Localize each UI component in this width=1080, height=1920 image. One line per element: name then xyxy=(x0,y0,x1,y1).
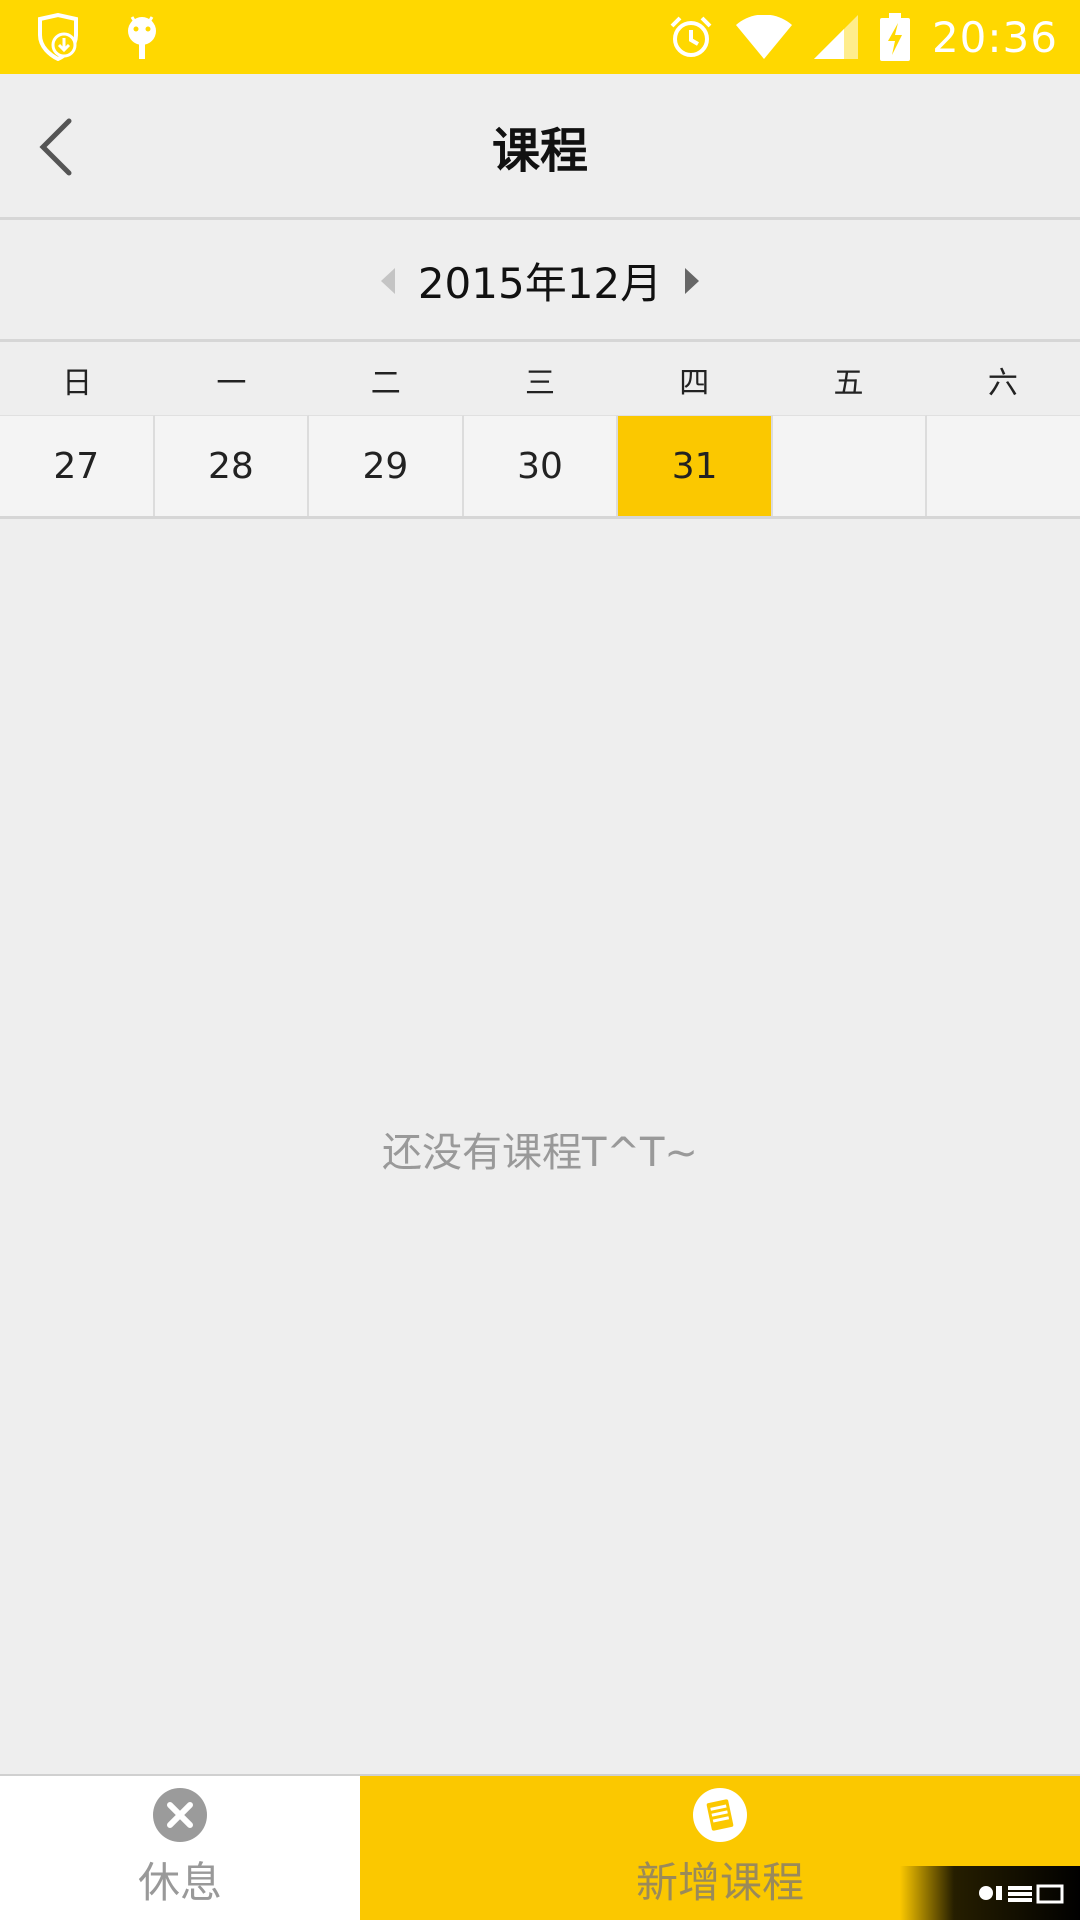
weekday-header: 日 一 二 三 四 五 六 xyxy=(0,345,1080,415)
weekday-label: 一 xyxy=(216,366,247,401)
notebook-icon xyxy=(692,1787,748,1843)
watermark-logo xyxy=(900,1866,1080,1920)
back-button[interactable] xyxy=(30,114,80,180)
signal-icon xyxy=(813,15,858,59)
date-cell[interactable]: 27 xyxy=(0,415,155,516)
shield-download-icon xyxy=(34,13,82,61)
wifi-icon xyxy=(735,15,792,59)
next-month-button[interactable] xyxy=(680,263,704,299)
empty-course-message: 还没有课程T^T~ xyxy=(382,1130,698,1176)
date-row: 27 28 29 30 31 xyxy=(0,415,1080,519)
prev-month-button[interactable] xyxy=(376,263,400,299)
weekday-label: 五 xyxy=(833,366,864,401)
chevron-left-icon xyxy=(39,118,72,176)
date-cell-empty xyxy=(927,415,1080,516)
triangle-right-icon xyxy=(685,267,700,294)
app-header: 课程 xyxy=(0,74,1080,220)
weekday-label: 二 xyxy=(370,366,401,401)
month-navigator: 2015年12月 xyxy=(0,222,1080,342)
date-cell[interactable]: 29 xyxy=(309,415,464,516)
weekday-label: 三 xyxy=(524,366,555,401)
rest-button[interactable]: 休息 xyxy=(0,1776,360,1920)
month-label: 2015年12月 xyxy=(417,259,663,308)
course-page: 20:36 课程 2015年12月 日 一 二 三 四 五 六 27 28 29… xyxy=(0,0,1080,1920)
rest-label: 休息 xyxy=(137,1857,222,1907)
close-circle-icon xyxy=(152,1787,208,1843)
weekday-label: 四 xyxy=(679,366,710,401)
add-course-label: 新增课程 xyxy=(635,1857,804,1907)
weekday-label: 六 xyxy=(987,366,1018,401)
date-cell-empty xyxy=(772,415,928,516)
status-time: 20:36 xyxy=(931,12,1058,62)
status-bar: 20:36 xyxy=(0,0,1080,74)
date-cell[interactable]: 28 xyxy=(154,415,310,516)
page-title: 课程 xyxy=(491,122,588,179)
triangle-left-icon xyxy=(380,267,395,294)
date-cell-selected[interactable]: 31 xyxy=(618,415,773,516)
android-icon xyxy=(124,13,160,61)
alarm-icon xyxy=(668,14,714,60)
battery-charging-icon xyxy=(879,13,910,61)
weekday-label: 日 xyxy=(62,366,93,401)
date-cell[interactable]: 30 xyxy=(463,415,619,516)
